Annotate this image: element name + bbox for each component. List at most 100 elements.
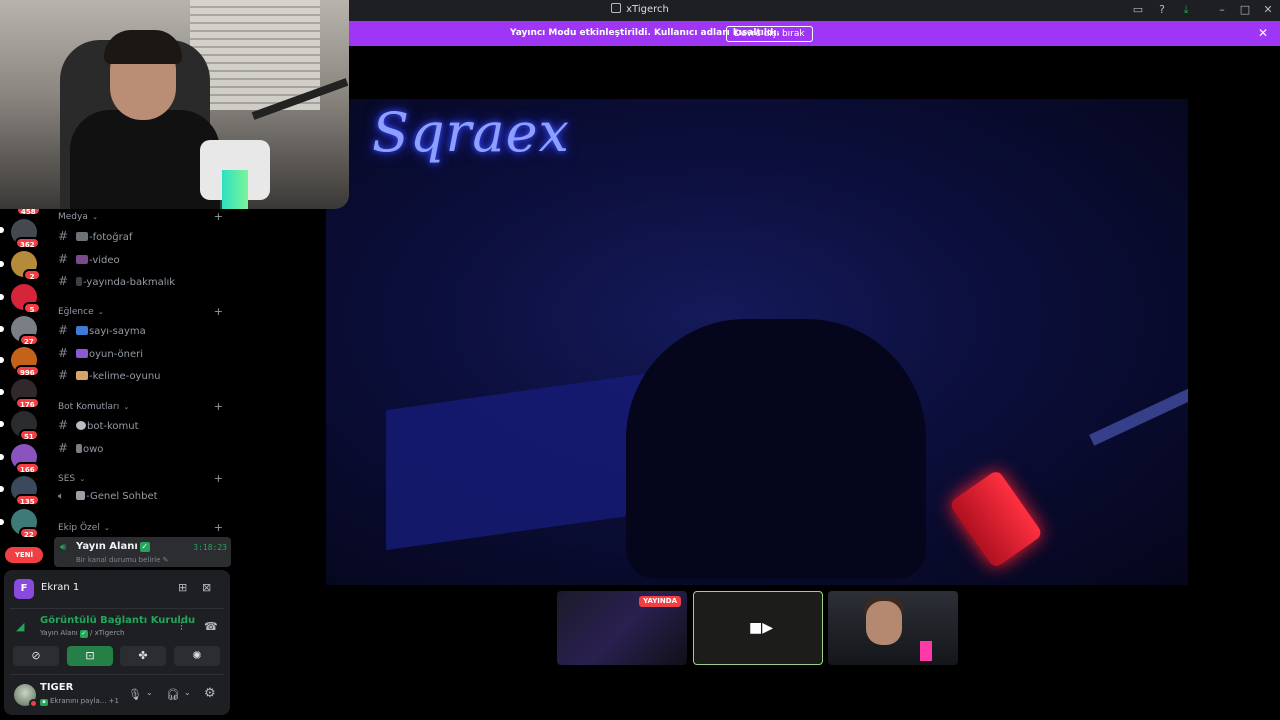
connection-signal-icon[interactable]: ◢ [16, 620, 24, 633]
chevron-down-icon: ⌄ [89, 213, 98, 221]
add-channel-icon[interactable]: + [214, 521, 223, 534]
inbox-icon[interactable]: ▭ [1131, 3, 1145, 17]
headphones-icon[interactable]: 🎧︎ [166, 688, 180, 701]
stream-thumbnail-user[interactable] [828, 591, 958, 665]
server-icon[interactable]: 176 [11, 379, 40, 409]
server-badge: 27 [19, 334, 39, 346]
channel-genel-sohbet[interactable]: 🔈︎ -Genel Sohbet [58, 487, 229, 507]
hash-icon: # [58, 229, 69, 243]
add-channel-icon[interactable]: + [214, 210, 223, 223]
hash-icon: # [58, 346, 69, 360]
channel-bot-komut[interactable]: # bot-komut [58, 415, 229, 435]
phone-emoji-icon [76, 277, 82, 286]
server-icon[interactable]: 166 [11, 444, 40, 474]
stream-video[interactable]: Sqraex [326, 99, 1188, 585]
chevron-down-icon[interactable]: ⌄ [184, 688, 191, 697]
download-icon[interactable]: ⤓ [1179, 3, 1193, 17]
connection-status[interactable]: Görüntülü Bağlantı Kuruldu [40, 615, 195, 626]
server-badge: 135 [15, 494, 40, 506]
channel-kelime-oyunu[interactable]: # -kelime-oyunu [58, 365, 229, 385]
close-banner-icon[interactable]: ✕ [1258, 26, 1268, 40]
set-channel-status[interactable]: Bir kanal durumu belirle ✎ [76, 556, 169, 564]
maximize-icon[interactable]: □ [1238, 3, 1252, 17]
server-icon[interactable]: 27 [11, 316, 39, 346]
stream-thumbnail-screen[interactable]: YAYINDA [557, 591, 687, 665]
unread-pill [0, 519, 4, 525]
check-emoji-icon: ✓ [139, 542, 150, 552]
screen-status-icon: ▪ [40, 699, 48, 706]
soundboard-button[interactable]: ✺ [174, 646, 220, 666]
webcam-person-hair [104, 30, 182, 64]
streamer-mode-banner: Yayıncı Modu etkinleştirildi. Kullanıcı … [348, 21, 1280, 46]
hash-icon: # [58, 368, 69, 382]
server-badge: 22 [19, 527, 39, 539]
server-icon[interactable]: 22 [11, 509, 39, 539]
screen-share-label: Ekran 1 [41, 582, 80, 593]
new-servers-pill[interactable]: YENİ [5, 547, 43, 563]
webcam-overlay [0, 0, 349, 209]
add-channel-icon[interactable]: + [214, 400, 223, 413]
category-eglence[interactable]: Eğlence ⌄ [58, 307, 104, 317]
video-camera-icon: ■▶ [749, 620, 773, 636]
add-channel-icon[interactable]: + [214, 472, 223, 485]
divider [10, 674, 224, 675]
server-badge: 2 [23, 269, 41, 281]
channel-sayi-sayma[interactable]: # sayı-sayma [58, 320, 229, 340]
stream-mic-arm [1089, 384, 1188, 446]
close-window-icon[interactable]: ✕ [1261, 3, 1275, 17]
active-voice-channel[interactable]: 🔊︎ Yayın Alanı ✓ Bir kanal durumu belirle… [54, 537, 231, 567]
category-medya[interactable]: Medya ⌄ [58, 212, 98, 222]
channel-list: Medya ⌄ + # -fotoğraf # -video # -yayında-b… [50, 209, 235, 569]
thumb-light [920, 641, 932, 661]
chevron-down-icon[interactable]: ⌄ [146, 688, 153, 697]
webcam-glow [222, 170, 248, 209]
unread-pill [0, 227, 4, 233]
activities-button[interactable]: ✤ [120, 646, 166, 666]
disable-streamer-mode-button[interactable]: Devre dışı bırak [726, 26, 813, 42]
hash-icon: # [58, 323, 69, 337]
live-badge: YAYINDA [639, 596, 681, 607]
help-icon[interactable]: ? [1155, 3, 1169, 17]
channel-fotograf[interactable]: # -fotoğraf [58, 226, 229, 246]
category-ekip-ozel[interactable]: Ekip Özel ⌄ [58, 523, 110, 533]
gamepad-icon[interactable]: ⊞ [178, 581, 187, 594]
unread-pill [0, 454, 4, 460]
avatar[interactable] [14, 684, 38, 708]
add-channel-icon[interactable]: + [214, 305, 223, 318]
user-status: ▪ Ekranını payla... +1 [40, 697, 119, 706]
check-emoji-icon: ✓ [79, 630, 88, 638]
server-icon[interactable]: 135 [11, 476, 40, 506]
unread-pill [0, 326, 4, 332]
megaphone-emoji-icon [76, 491, 85, 500]
server-icon[interactable]: 2 [11, 251, 41, 281]
stream-thumbnail-camera[interactable]: ■▶ [693, 591, 823, 665]
server-icon[interactable]: 362 [11, 219, 40, 249]
disconnect-icon[interactable]: ☎ [204, 620, 218, 633]
noise-suppression-icon[interactable]: ⫶ [180, 620, 183, 634]
channel-video[interactable]: # -video [58, 249, 229, 269]
server-icon[interactable]: 996 [11, 347, 40, 377]
speaker-icon: 🔊︎ [60, 542, 67, 553]
server-icon[interactable]: 51 [11, 411, 39, 441]
category-bot-komutlari[interactable]: Bot Komutları ⌄ [58, 402, 129, 412]
minimize-icon[interactable]: – [1215, 3, 1229, 17]
channel-owo[interactable]: # owo [58, 438, 229, 458]
stop-share-icon[interactable]: ⊠ [202, 581, 211, 594]
microphone-icon[interactable]: 🎙︎ [128, 688, 142, 701]
server-icon[interactable]: 5 [11, 284, 41, 314]
gamepad-emoji-icon [76, 349, 88, 358]
server-badge: 176 [15, 397, 40, 409]
user-panel: F Ekran 1 ⊞ ⊠ ◢ Görüntülü Bağlantı Kurul… [4, 570, 230, 715]
voice-timer: 3:18:23 [193, 543, 227, 552]
server-badge: 51 [19, 429, 39, 441]
channel-yayinda-bakmalik[interactable]: # -yayında-bakmalık [58, 271, 229, 291]
category-ses[interactable]: SES ⌄ [58, 474, 85, 484]
server-badge: 166 [15, 462, 40, 474]
gear-icon[interactable]: ⚙ [204, 686, 216, 701]
screen-share-button[interactable]: ⊡ [67, 646, 113, 666]
toggle-camera-button[interactable]: ⊘ [13, 646, 59, 666]
thumb-face [866, 601, 902, 645]
connection-location: Yayın Alanı ✓ / xTigerch [40, 629, 125, 638]
unread-pill [0, 421, 4, 427]
channel-oyun-oneri[interactable]: # oyun-öneri [58, 343, 229, 363]
